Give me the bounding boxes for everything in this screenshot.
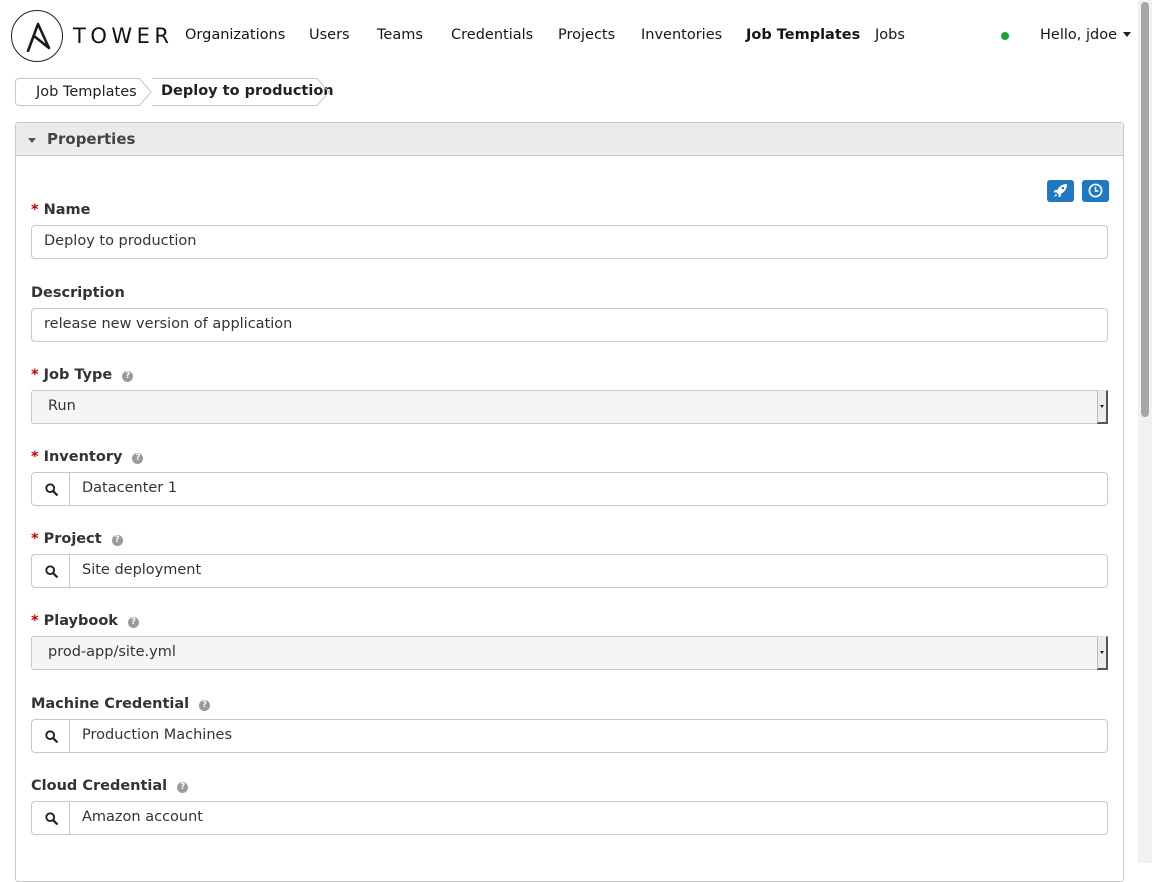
- cloud-credential-lookup: Amazon account: [31, 801, 1108, 835]
- help-icon[interactable]: ?: [127, 617, 139, 628]
- inventory-lookup: Datacenter 1: [31, 472, 1108, 506]
- search-icon: [45, 730, 58, 743]
- status-indicator-icon: [1001, 32, 1009, 40]
- machine-credential-label-text: Machine Credential: [31, 696, 190, 712]
- project-input[interactable]: Site deployment: [69, 554, 1108, 588]
- cloud-credential-input[interactable]: Amazon account: [69, 801, 1108, 835]
- inventory-label-text: Inventory: [43, 449, 123, 465]
- description-label-text: Description: [31, 285, 125, 301]
- select-arrow-icon[interactable]: [1097, 390, 1108, 424]
- playbook-value: prod-app/site.yml: [48, 644, 176, 660]
- collapse-triangle-icon: [28, 138, 36, 143]
- search-icon: [45, 483, 58, 496]
- nav-inventories[interactable]: Inventories: [641, 27, 722, 43]
- required-marker: *: [31, 202, 39, 218]
- job-type-select[interactable]: Run: [31, 390, 1108, 424]
- name-input[interactable]: Deploy to production: [31, 225, 1108, 259]
- required-marker: *: [31, 367, 39, 383]
- nav-projects[interactable]: Projects: [558, 27, 615, 43]
- nav-jobs[interactable]: Jobs: [875, 27, 905, 43]
- logo-text[interactable]: TOWER: [73, 24, 173, 48]
- launch-button[interactable]: [1047, 180, 1074, 202]
- inventory-search-button[interactable]: [31, 472, 70, 506]
- name-label: * Name: [31, 202, 90, 218]
- scrollbar-thumb[interactable]: [1141, 2, 1149, 417]
- ansible-logo-icon[interactable]: [11, 10, 63, 62]
- required-marker: *: [31, 531, 39, 547]
- cloud-credential-label: Cloud Credential?: [31, 778, 189, 794]
- required-marker: *: [31, 613, 39, 629]
- description-input[interactable]: release new version of application: [31, 308, 1108, 342]
- panel-title: Properties: [47, 130, 136, 148]
- user-menu[interactable]: Hello, jdoe: [1040, 27, 1131, 43]
- job-type-label: * Job Type?: [31, 367, 134, 383]
- cloud-credential-label-text: Cloud Credential: [31, 778, 168, 794]
- playbook-select[interactable]: prod-app/site.yml: [31, 636, 1108, 670]
- user-greeting: Hello, jdoe: [1040, 27, 1117, 43]
- breadcrumb-job-templates[interactable]: Job Templates: [15, 78, 140, 106]
- name-label-text: Name: [43, 202, 91, 218]
- help-icon[interactable]: ?: [132, 453, 144, 464]
- help-icon[interactable]: ?: [177, 782, 189, 793]
- nav-users[interactable]: Users: [309, 27, 350, 43]
- project-lookup: Site deployment: [31, 554, 1108, 588]
- nav-organizations[interactable]: Organizations: [185, 27, 285, 43]
- properties-panel-header[interactable]: Properties: [16, 123, 1123, 156]
- help-icon[interactable]: ?: [122, 371, 134, 382]
- project-label: * Project?: [31, 531, 123, 547]
- machine-credential-label: Machine Credential?: [31, 696, 211, 712]
- inventory-input[interactable]: Datacenter 1: [69, 472, 1108, 506]
- machine-credential-search-button[interactable]: [31, 719, 70, 753]
- job-type-label-text: Job Type: [43, 367, 113, 383]
- rocket-icon: [1053, 183, 1068, 198]
- search-icon: [45, 565, 58, 578]
- breadcrumb-current-border: [152, 78, 318, 106]
- job-type-value: Run: [48, 398, 76, 414]
- help-icon[interactable]: ?: [199, 700, 211, 711]
- inventory-label: * Inventory?: [31, 449, 144, 465]
- select-arrow-icon[interactable]: [1097, 636, 1108, 670]
- caret-down-icon: [1123, 32, 1131, 37]
- playbook-label-text: Playbook: [43, 613, 118, 629]
- clock-icon: [1088, 183, 1103, 198]
- project-label-text: Project: [43, 531, 102, 547]
- nav-teams[interactable]: Teams: [377, 27, 423, 43]
- nav-credentials[interactable]: Credentials: [451, 27, 533, 43]
- help-icon[interactable]: ?: [111, 535, 123, 546]
- machine-credential-lookup: Production Machines: [31, 719, 1108, 753]
- required-marker: *: [31, 449, 39, 465]
- top-navbar: TOWER Organizations Users Teams Credenti…: [0, 0, 1138, 72]
- project-search-button[interactable]: [31, 554, 70, 588]
- machine-credential-input[interactable]: Production Machines: [69, 719, 1108, 753]
- breadcrumb-parent-label: Job Templates: [36, 84, 137, 100]
- schedule-button[interactable]: [1082, 180, 1109, 202]
- search-icon: [45, 812, 58, 825]
- cloud-credential-search-button[interactable]: [31, 801, 70, 835]
- description-label: Description: [31, 285, 125, 301]
- nav-job-templates[interactable]: Job Templates: [746, 27, 860, 43]
- playbook-label: * Playbook?: [31, 613, 139, 629]
- page-scrollbar[interactable]: [1138, 0, 1152, 863]
